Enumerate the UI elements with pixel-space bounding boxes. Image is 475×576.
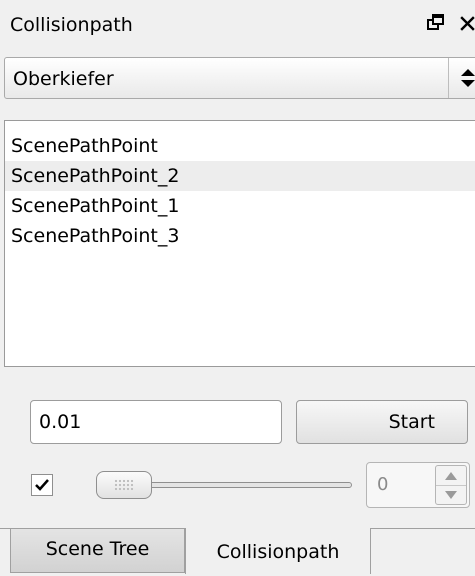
- spin-down-button[interactable]: [436, 486, 466, 504]
- up-down-arrows-icon: [461, 69, 475, 87]
- list-item[interactable]: ScenePathPoint_1: [5, 191, 475, 221]
- slider-handle[interactable]: [96, 471, 152, 499]
- list-item[interactable]: ScenePathPoint: [5, 131, 475, 161]
- start-button[interactable]: Start: [296, 400, 468, 444]
- list-item[interactable]: ScenePathPoint_3: [5, 221, 475, 251]
- tab-collisionpath[interactable]: Collisionpath: [185, 528, 371, 574]
- checkmark-icon: [35, 479, 49, 491]
- value-spinbox[interactable]: 0: [366, 462, 470, 508]
- close-icon[interactable]: [458, 10, 475, 36]
- path-point-list[interactable]: ScenePathPoint ScenePathPoint_2 ScenePat…: [4, 120, 475, 367]
- step-value-input[interactable]: [30, 400, 282, 444]
- arrow-up-icon: [445, 472, 457, 480]
- model-select-value: Oberkiefer: [13, 68, 114, 90]
- arrow-down-icon: [445, 491, 457, 499]
- grip-icon: [114, 479, 134, 491]
- tab-scene-tree[interactable]: Scene Tree: [10, 529, 185, 573]
- spin-up-button[interactable]: [436, 466, 466, 486]
- bottom-tab-bar: Scene Tree Collisionpath: [0, 528, 475, 574]
- collisionpath-panel: Collisionpath Oberkiefer ScenePathPoint …: [0, 0, 475, 574]
- combo-arrows[interactable]: [448, 58, 475, 98]
- panel-title-bar[interactable]: Collisionpath: [0, 0, 475, 50]
- float-icon[interactable]: [427, 10, 449, 36]
- enable-checkbox[interactable]: [31, 474, 53, 496]
- spin-buttons: [435, 465, 467, 505]
- list-item[interactable]: ScenePathPoint_2: [5, 161, 475, 191]
- panel-title: Collisionpath: [10, 14, 133, 36]
- spinbox-value: 0: [377, 474, 389, 495]
- tab-bar-empty-area: [371, 529, 475, 573]
- model-select[interactable]: Oberkiefer: [4, 57, 475, 99]
